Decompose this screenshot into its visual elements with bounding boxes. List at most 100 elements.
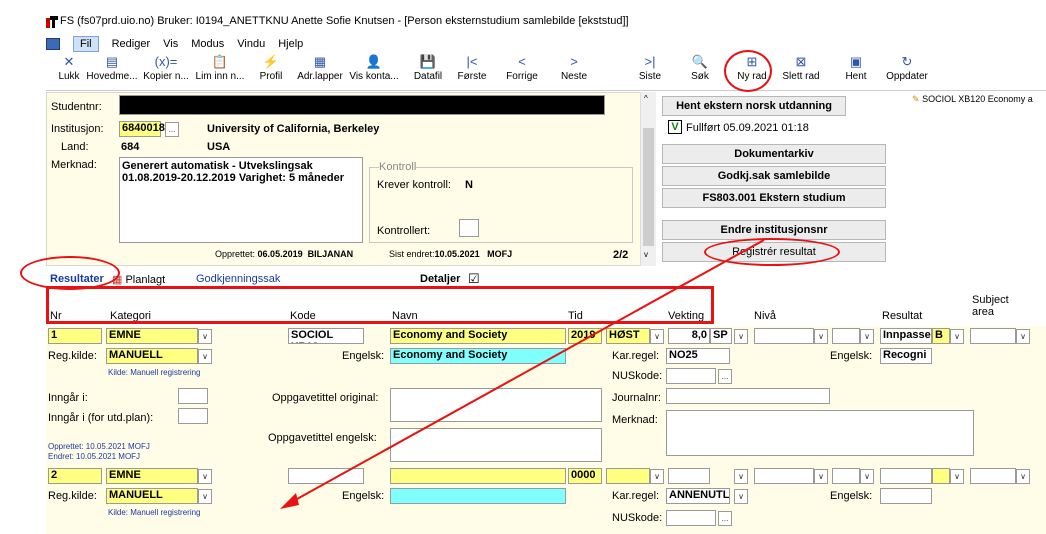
aar-field[interactable]: 0000 bbox=[568, 468, 602, 484]
termin-select[interactable] bbox=[606, 468, 650, 484]
merknad-textarea[interactable]: Generert automatisk - Utvekslingsak 01.0… bbox=[119, 157, 363, 243]
search-button[interactable]: 🔍 Søk bbox=[682, 53, 718, 91]
chevron-down-icon[interactable]: ∨ bbox=[1016, 469, 1030, 484]
chevron-down-icon[interactable]: ∨ bbox=[198, 329, 212, 344]
last-button[interactable]: >| Siste bbox=[630, 53, 670, 91]
fetch-button[interactable]: ▣ Hent bbox=[838, 53, 874, 91]
chevron-down-icon[interactable]: ∨ bbox=[198, 469, 212, 484]
row-nr[interactable]: 2 bbox=[48, 468, 102, 484]
navn-field[interactable]: Economy and Society bbox=[390, 328, 566, 344]
merknad-field[interactable] bbox=[666, 410, 974, 456]
godkj-sak-button[interactable]: Godkj.sak samlebilde bbox=[662, 166, 886, 186]
vekting-unit[interactable]: SP bbox=[710, 328, 732, 344]
detaljer-checkbox[interactable]: ☑ bbox=[468, 271, 480, 287]
chevron-down-icon[interactable]: ∨ bbox=[814, 469, 828, 484]
grade-select[interactable] bbox=[932, 468, 950, 484]
karregel-field[interactable]: NO25 bbox=[666, 348, 730, 364]
subject-area-select[interactable] bbox=[970, 328, 1016, 344]
lookup-icon[interactable]: ... bbox=[718, 369, 732, 384]
tree-item[interactable]: ✎ SOCIOL XB120 Economy a bbox=[912, 94, 1046, 105]
menu-rediger[interactable]: Rediger bbox=[112, 38, 151, 50]
lookup-icon[interactable]: ... bbox=[165, 122, 179, 137]
previous-button[interactable]: < Forrige bbox=[502, 53, 542, 91]
grade-select[interactable]: B bbox=[932, 328, 950, 344]
header-scrollbar[interactable]: ^ v bbox=[640, 92, 656, 266]
tab-godkjenningssak[interactable]: Godkjenningssak bbox=[196, 273, 280, 285]
kode-field[interactable] bbox=[288, 468, 364, 484]
resultat-field[interactable] bbox=[880, 468, 932, 484]
menu-vindu[interactable]: Vindu bbox=[237, 38, 265, 50]
inngar-plan-field[interactable] bbox=[178, 408, 208, 424]
studentnr-field[interactable] bbox=[119, 95, 605, 115]
regkilde-select[interactable]: MANUELL bbox=[106, 348, 198, 364]
paste-button[interactable]: 📋 Lim inn n... bbox=[194, 53, 246, 91]
navn-engelsk-field[interactable] bbox=[390, 488, 566, 504]
navn-field[interactable] bbox=[390, 468, 566, 484]
next-button[interactable]: > Neste bbox=[554, 53, 594, 91]
oppgavetittel-original-field[interactable] bbox=[390, 388, 602, 422]
datafile-button[interactable]: 💾 Datafil bbox=[408, 53, 448, 91]
menu-vis[interactable]: Vis bbox=[163, 38, 178, 50]
close-button[interactable]: ✕ Lukk bbox=[54, 53, 84, 91]
resultat-engelsk-field[interactable]: Recogni bbox=[880, 348, 932, 364]
inngar-field[interactable] bbox=[178, 388, 208, 404]
resultat-field[interactable]: Innpasse bbox=[880, 328, 932, 344]
niva-select[interactable] bbox=[754, 468, 814, 484]
vekting-field[interactable]: 8,0 bbox=[668, 328, 710, 344]
vekting-field[interactable] bbox=[668, 468, 710, 484]
person-icon: 👤 bbox=[365, 54, 383, 69]
aar-field[interactable]: 2019 bbox=[568, 328, 602, 344]
chevron-down-icon[interactable]: ∨ bbox=[814, 329, 828, 344]
chevron-down-icon[interactable]: ∨ bbox=[860, 329, 874, 344]
dokumentarkiv-button[interactable]: Dokumentarkiv bbox=[662, 144, 886, 164]
lookup-icon[interactable]: ... bbox=[718, 511, 732, 526]
nuskode-field[interactable] bbox=[666, 510, 716, 526]
chevron-down-icon[interactable]: ∨ bbox=[950, 329, 964, 344]
menu-modus[interactable]: Modus bbox=[191, 38, 224, 50]
chevron-down-icon[interactable]: ∨ bbox=[650, 469, 664, 484]
menu-hjelp[interactable]: Hjelp bbox=[278, 38, 303, 50]
chevron-down-icon[interactable]: ∨ bbox=[950, 469, 964, 484]
endre-institusjon-button[interactable]: Endre institusjonsnr bbox=[662, 220, 886, 240]
niva2-select[interactable] bbox=[832, 468, 860, 484]
niva-select[interactable] bbox=[754, 328, 814, 344]
chevron-down-icon[interactable]: ∨ bbox=[734, 489, 748, 504]
chevron-down-icon[interactable]: ∨ bbox=[198, 349, 212, 364]
hent-ekstern-button[interactable]: Hent ekstern norsk utdanning bbox=[662, 96, 846, 116]
resultat-engelsk-field[interactable] bbox=[880, 488, 932, 504]
institusjon-code-field[interactable]: 68400189 bbox=[119, 121, 171, 137]
subject-area-select[interactable] bbox=[970, 468, 1016, 484]
address-labels-button[interactable]: ▦ Adr.lapper bbox=[294, 53, 346, 91]
termin-select[interactable]: HØST bbox=[606, 328, 650, 344]
tab-planlagt[interactable]: ▦ Planlagt bbox=[112, 273, 165, 286]
oppgavetittel-engelsk-field[interactable] bbox=[390, 428, 602, 462]
chevron-down-icon[interactable]: ∨ bbox=[650, 329, 664, 344]
chevron-down-icon[interactable]: ∨ bbox=[734, 329, 748, 344]
regkilde-select[interactable]: MANUELL bbox=[106, 488, 198, 504]
kategori-select[interactable]: EMNE bbox=[106, 468, 198, 484]
chevron-down-icon[interactable]: ∨ bbox=[198, 489, 212, 504]
show-contact-button[interactable]: 👤 Vis konta... bbox=[348, 53, 400, 91]
kategori-select[interactable]: EMNE bbox=[106, 328, 198, 344]
niva2-select[interactable] bbox=[832, 328, 860, 344]
main-menu-button[interactable]: ▤ Hovedme... bbox=[86, 53, 138, 91]
fs803-button[interactable]: FS803.001 Ekstern studium bbox=[662, 188, 886, 208]
first-button[interactable]: |< Første bbox=[452, 53, 492, 91]
delete-row-button[interactable]: ⊠ Slett rad bbox=[778, 53, 824, 91]
menu-fil[interactable]: Fil bbox=[73, 36, 99, 52]
chevron-down-icon[interactable]: ∨ bbox=[1016, 329, 1030, 344]
journalnr-field[interactable] bbox=[666, 388, 830, 404]
kontrollert-field[interactable] bbox=[459, 219, 479, 237]
system-menu-icon[interactable] bbox=[46, 38, 60, 50]
chevron-down-icon[interactable]: ∨ bbox=[860, 469, 874, 484]
nuskode-field[interactable] bbox=[666, 368, 716, 384]
chevron-down-icon[interactable]: ∨ bbox=[734, 469, 748, 484]
karregel-field[interactable]: ANNENUTL bbox=[666, 488, 730, 504]
row-nr[interactable]: 1 bbox=[48, 328, 102, 344]
profile-button[interactable]: ⚡ Profil bbox=[252, 53, 290, 91]
grid-icon: ▦ bbox=[313, 54, 327, 69]
kode-field[interactable]: SOCIOL XB12 bbox=[288, 328, 364, 344]
navn-engelsk-field[interactable]: Economy and Society bbox=[390, 348, 566, 364]
copy-button[interactable]: (x)= Kopier n... bbox=[140, 53, 192, 91]
update-button[interactable]: ↻ Oppdater bbox=[884, 53, 930, 91]
